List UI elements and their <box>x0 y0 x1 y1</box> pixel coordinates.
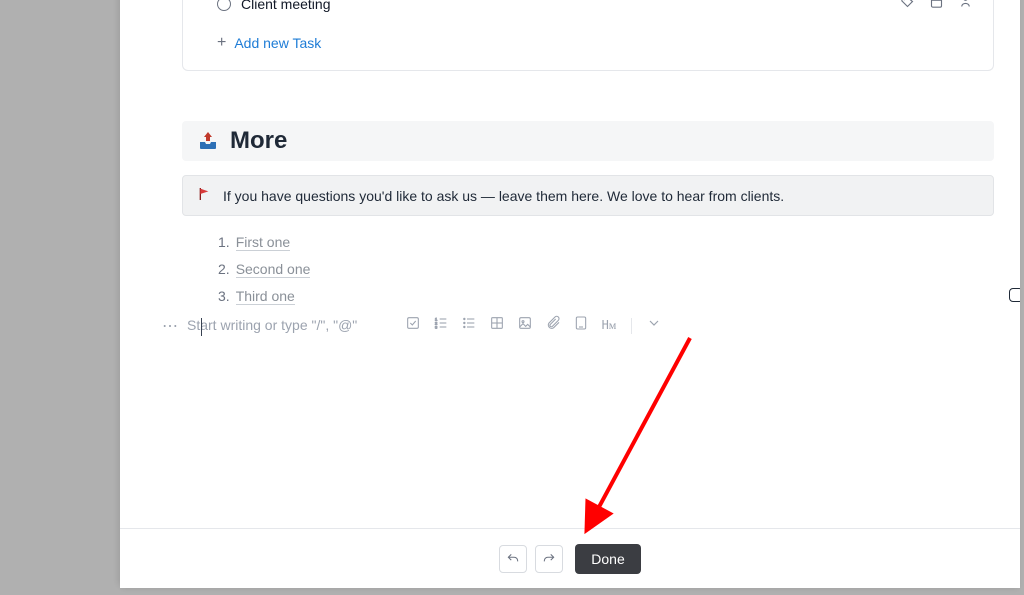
list-item-text: First one <box>236 234 290 251</box>
embed-icon[interactable] <box>573 315 589 336</box>
inline-toolbar: 123 Hᴍ <box>405 315 662 336</box>
add-task-button[interactable]: + Add new Task <box>193 20 983 56</box>
numbered-list-icon[interactable]: 123 <box>433 315 449 336</box>
list-item-text: Second one <box>236 261 311 278</box>
inbox-icon <box>194 127 222 155</box>
redo-button[interactable] <box>535 545 563 573</box>
add-task-label: Add new Task <box>234 35 321 51</box>
task-row-actions <box>900 0 973 14</box>
heading-icon[interactable]: Hᴍ <box>601 318 617 334</box>
attachment-icon[interactable] <box>545 315 561 336</box>
tag-icon[interactable] <box>900 0 915 14</box>
more-section-title: More <box>230 127 287 155</box>
text-cursor <box>201 318 202 336</box>
ordered-list: 1. First one 2. Second one 3. Third one <box>218 234 994 305</box>
svg-text:3: 3 <box>435 324 438 329</box>
editor-panel: Client meeting + Add new Task <box>120 0 1020 588</box>
panel-content: Client meeting + Add new Task <box>120 0 1020 528</box>
image-icon[interactable] <box>517 315 533 336</box>
task-row[interactable]: Client meeting <box>193 0 983 20</box>
drag-handle-icon[interactable]: ⋯ <box>162 316 179 336</box>
editor-input[interactable] <box>187 317 387 333</box>
list-item-text: Third one <box>236 288 295 305</box>
toolbar-separator <box>631 318 632 334</box>
plus-icon: + <box>217 34 226 52</box>
more-section-header: More <box>182 121 994 161</box>
editor-line: ⋯ 123 Hᴍ <box>166 315 994 336</box>
task-checkbox-icon[interactable] <box>217 0 231 11</box>
info-text: If you have questions you'd like to ask … <box>223 188 784 204</box>
task-card: Client meeting + Add new Task <box>182 0 994 71</box>
undo-button[interactable] <box>499 545 527 573</box>
list-item-number: 3. <box>218 288 230 305</box>
list-item[interactable]: 2. Second one <box>218 261 994 278</box>
list-item-number: 1. <box>218 234 230 251</box>
task-title: Client meeting <box>241 0 331 12</box>
list-item[interactable]: 3. Third one <box>218 288 994 305</box>
bulleted-list-icon[interactable] <box>461 315 477 336</box>
list-item-number: 2. <box>218 261 230 278</box>
table-icon[interactable] <box>489 315 505 336</box>
date-delete-icon[interactable] <box>929 0 944 14</box>
list-item[interactable]: 1. First one <box>218 234 994 251</box>
flag-icon <box>197 186 213 205</box>
info-callout: If you have questions you'd like to ask … <box>182 175 994 216</box>
more-tools-icon[interactable] <box>646 315 662 336</box>
help-icon[interactable] <box>1009 288 1020 302</box>
done-button[interactable]: Done <box>575 544 640 574</box>
assignee-icon[interactable] <box>958 0 973 14</box>
checkbox-block-icon[interactable] <box>405 315 421 336</box>
panel-footer: Done <box>120 528 1020 588</box>
